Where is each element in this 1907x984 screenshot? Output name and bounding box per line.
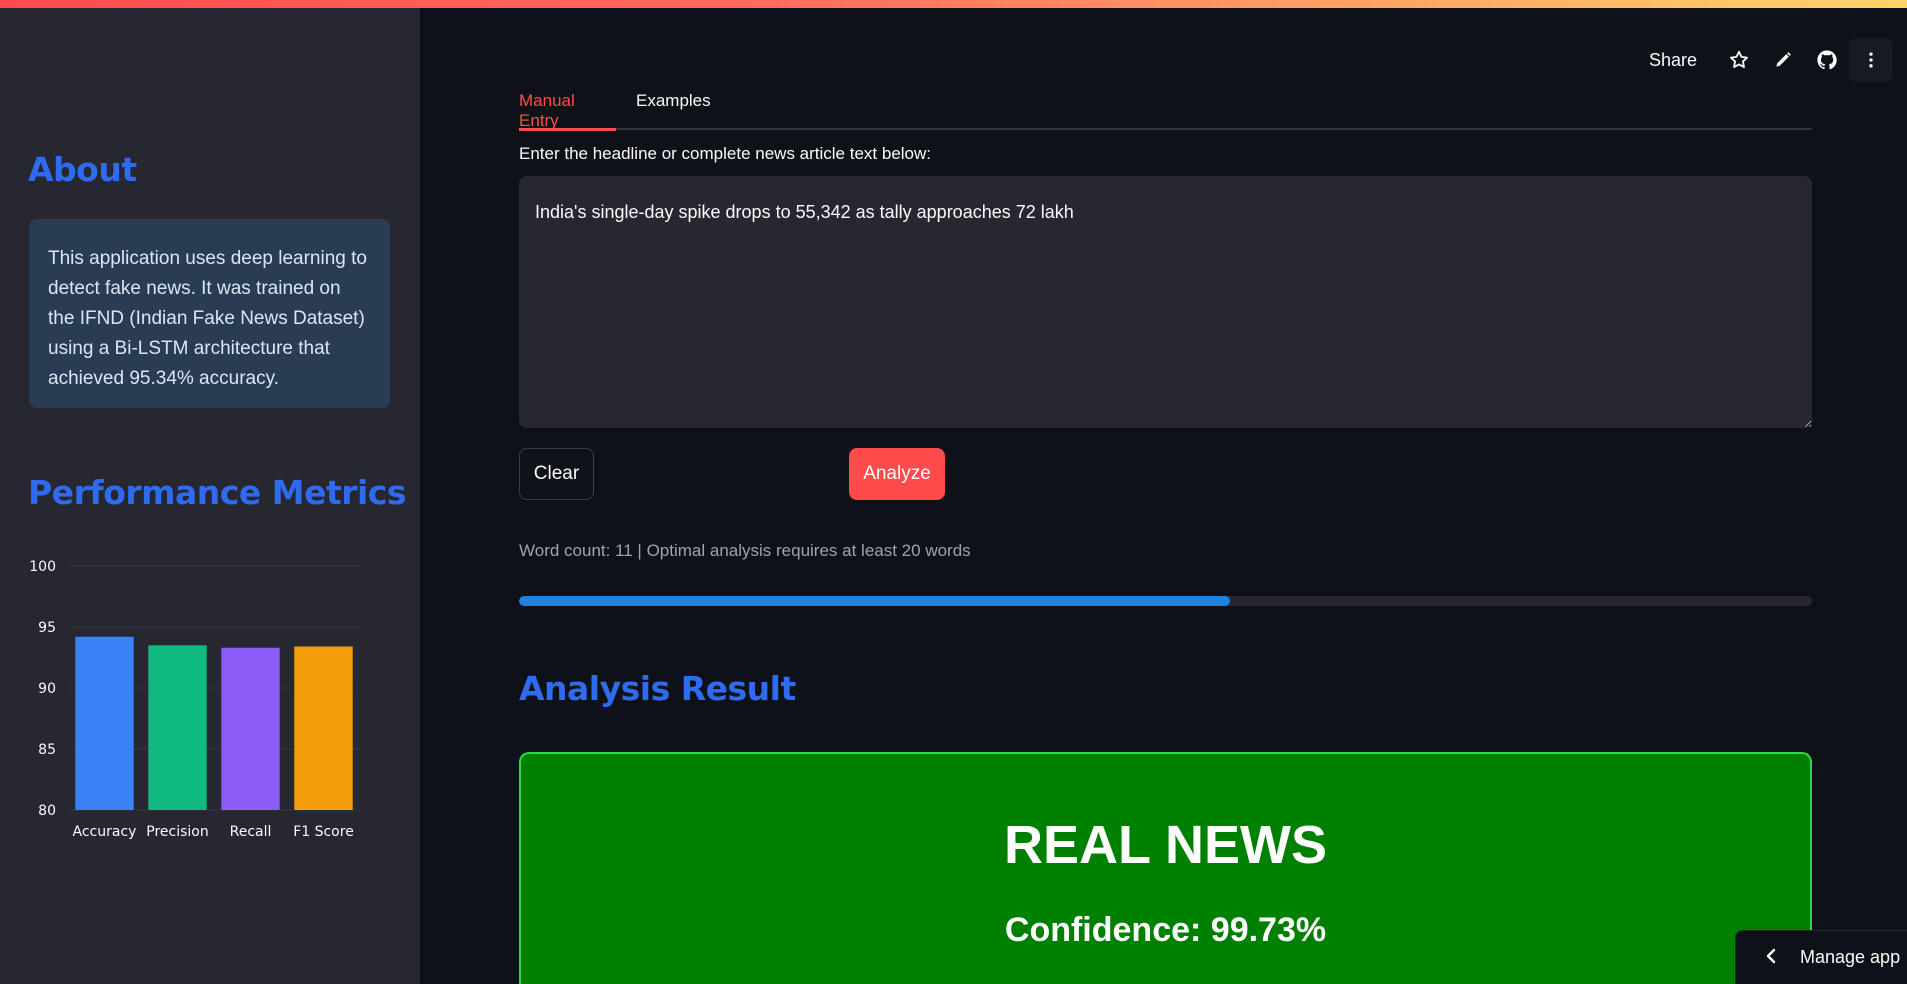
tab-manual-entry[interactable]: Manual Entry (519, 78, 616, 131)
result-verdict: REAL NEWS (1003, 815, 1328, 875)
sidebar: About This application uses deep learnin… (0, 8, 420, 984)
share-button[interactable]: Share (1649, 50, 1697, 71)
more-vertical-icon[interactable] (1849, 38, 1893, 82)
pencil-icon[interactable] (1761, 38, 1805, 82)
analyze-button[interactable]: Analyze (849, 448, 945, 500)
word-count-text: Word count: 11 | Optimal analysis requir… (519, 541, 971, 560)
github-icon[interactable] (1805, 38, 1849, 82)
result-card: REAL NEWS Confidence: 99.73% (519, 752, 1812, 984)
about-info-box: This application uses deep learning to d… (29, 219, 390, 408)
x-tick-label: F1 Score (293, 824, 354, 840)
news-text-input[interactable]: India's single-day spike drops to 55,342… (519, 176, 1812, 428)
chevron-left-icon (1764, 948, 1778, 968)
confidence-score: Confidence: 99.73% (1004, 911, 1327, 949)
performance-metrics-heading: Performance Metrics (28, 473, 407, 512)
bar-f1-score (294, 646, 353, 810)
bar-accuracy (75, 636, 134, 810)
progress-fill (519, 596, 1231, 606)
star-icon[interactable] (1717, 38, 1761, 82)
header-toolbar: Share (1649, 38, 1907, 82)
bar-recall (221, 647, 280, 810)
bar-precision (148, 645, 207, 810)
tab-bar: Manual Entry Examples (519, 78, 1812, 131)
y-tick-label: 100 (29, 559, 56, 575)
y-tick-label: 95 (38, 620, 56, 636)
about-heading: About (28, 150, 137, 189)
clear-button[interactable]: Clear (519, 448, 594, 500)
news-input-label: Enter the headline or complete news arti… (519, 144, 932, 163)
main-content: Share Manual Entry Examples Enter the he… (420, 8, 1907, 984)
manage-app-label: Manage app (1800, 947, 1901, 967)
about-text: This application uses deep learning to d… (48, 248, 367, 389)
y-tick-label: 80 (38, 803, 56, 819)
manage-app-button[interactable]: Manage app (1735, 930, 1907, 984)
tab-examples[interactable]: Examples (636, 78, 711, 130)
metrics-chart-svg: 80 85 90 95 100 Accuracy Precision Recall F1 Sco… (29, 559, 360, 840)
x-tick-label: Precision (146, 824, 208, 840)
top-decoration-stripe (0, 0, 1907, 8)
y-tick-label: 85 (38, 742, 56, 758)
x-tick-label: Recall (230, 824, 272, 840)
x-tick-label: Accuracy (73, 824, 137, 840)
performance-metrics-chart: 80 85 90 95 100 Accuracy Precision Recall F1 Sco… (28, 556, 380, 846)
analysis-result-heading: Analysis Result (519, 669, 796, 708)
word-count-progress-bar (519, 596, 1812, 606)
y-tick-label: 90 (38, 681, 56, 697)
